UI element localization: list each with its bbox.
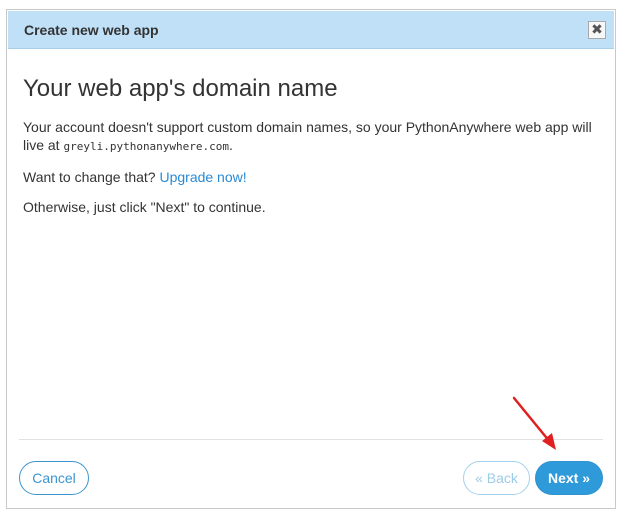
domain-info-end: .	[229, 137, 233, 153]
dialog-titlebar: Create new web app ✖	[8, 11, 614, 49]
back-button[interactable]: « Back	[463, 461, 530, 495]
upgrade-prompt: Want to change that?	[23, 169, 160, 185]
close-icon[interactable]: ✖	[588, 21, 606, 39]
page-title: Your web app's domain name	[23, 75, 338, 102]
upgrade-link[interactable]: Upgrade now!	[159, 169, 246, 185]
upgrade-paragraph: Want to change that? Upgrade now!	[23, 168, 599, 186]
domain-info-paragraph: Your account doesn't support custom doma…	[23, 118, 599, 156]
dialog-content: Your web app's domain name Your account …	[23, 74, 599, 228]
continue-paragraph: Otherwise, just click "Next" to continue…	[23, 199, 266, 215]
annotation-arrow-icon	[512, 396, 556, 450]
next-button[interactable]: Next »	[535, 461, 603, 495]
dialog-title: Create new web app	[24, 22, 159, 38]
domain-name: greyli.pythonanywhere.com	[63, 140, 230, 153]
cancel-button[interactable]: Cancel	[19, 461, 89, 495]
